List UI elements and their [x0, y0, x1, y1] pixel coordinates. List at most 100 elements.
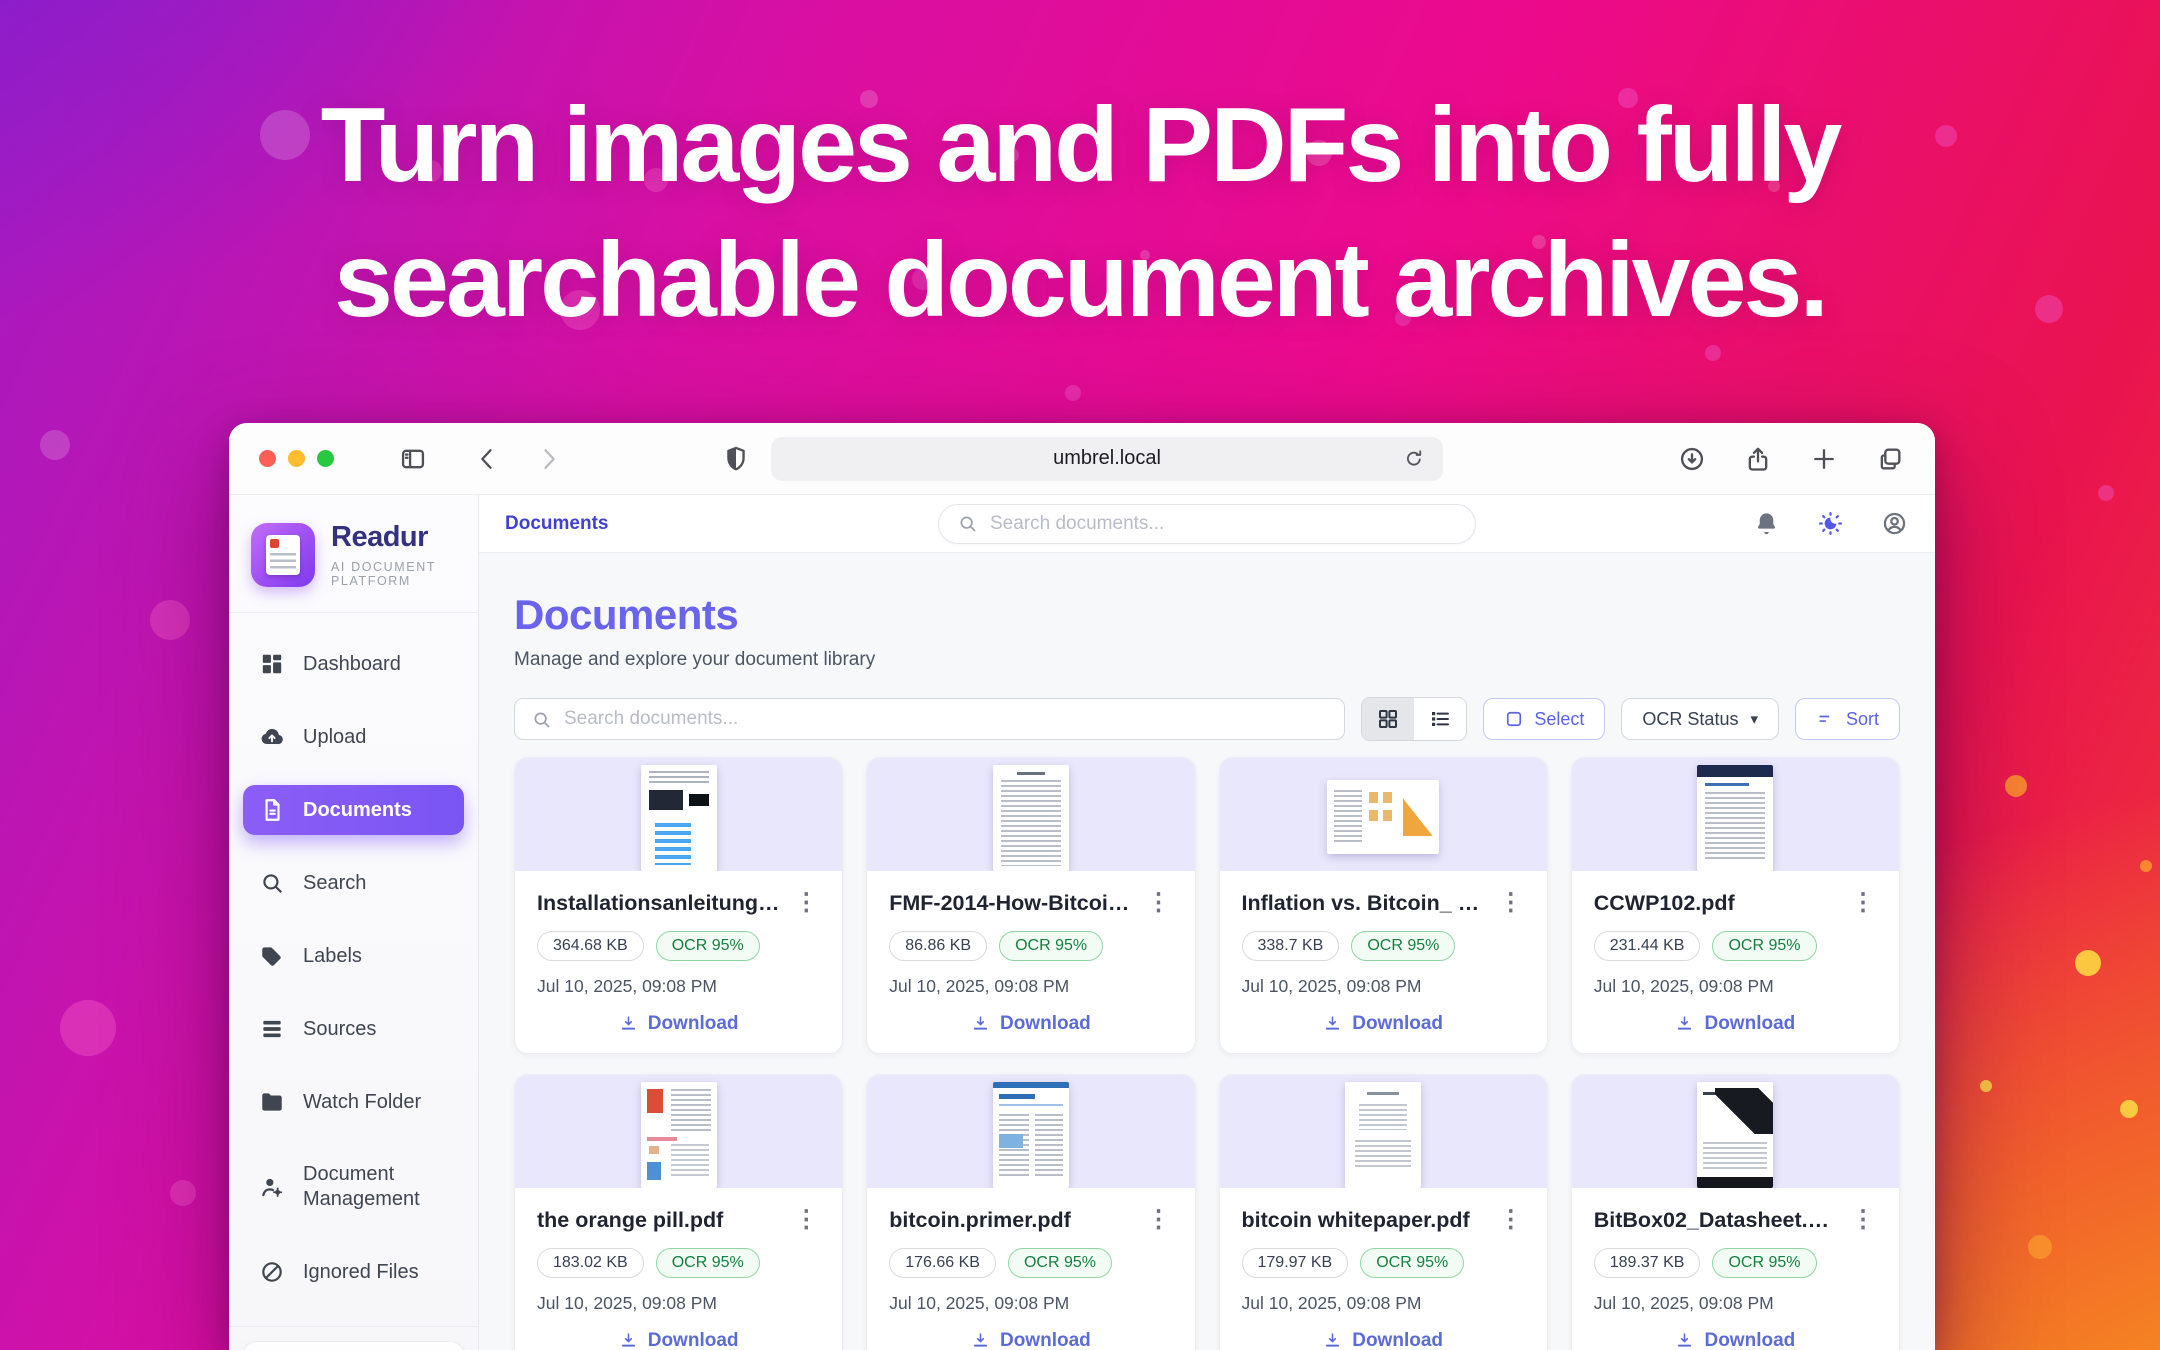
back-button[interactable] — [472, 444, 502, 474]
chevron-down-icon: ▾ — [1750, 710, 1758, 728]
document-card[interactable]: the orange pill.pdf ⋮ 183.02 KB OCR 95% … — [514, 1074, 843, 1350]
documents-search-input[interactable] — [564, 708, 1328, 730]
grid-view-button[interactable] — [1362, 698, 1414, 740]
hero-headline: Turn images and PDFs into fully searchab… — [0, 78, 2160, 347]
ocr-status-dropdown[interactable]: OCR Status ▾ — [1621, 698, 1779, 740]
document-title[interactable]: bitcoin.primer.pdf — [889, 1208, 1134, 1234]
sidebar-item-dashboard[interactable]: Dashboard — [243, 639, 464, 689]
forward-button[interactable] — [534, 444, 564, 474]
ocr-status-badge: OCR 95% — [656, 931, 760, 961]
document-thumbnail[interactable] — [515, 1075, 842, 1188]
close-window-button[interactable] — [259, 450, 276, 467]
zoom-window-button[interactable] — [317, 450, 334, 467]
download-link[interactable]: Download — [537, 1330, 820, 1350]
breadcrumb[interactable]: Documents — [505, 513, 608, 535]
file-size-badge: 364.68 KB — [537, 931, 644, 961]
download-link[interactable]: Download — [1242, 1013, 1525, 1035]
ocr-status-badge: OCR 95% — [999, 931, 1103, 961]
document-logo-icon — [266, 535, 300, 575]
tab-overview-icon[interactable] — [1875, 444, 1905, 474]
thumbnail-page-preview — [1697, 765, 1773, 871]
document-thumbnail[interactable] — [1220, 1075, 1547, 1188]
topbar-search-input[interactable] — [990, 513, 1457, 535]
download-link[interactable]: Download — [1594, 1013, 1877, 1035]
search-icon — [531, 709, 552, 730]
ocr-status-badge: OCR 95% — [1712, 1248, 1816, 1278]
sidebar-item-label: Dashboard — [303, 652, 401, 677]
share-icon[interactable] — [1743, 444, 1773, 474]
document-card[interactable]: CCWP102.pdf ⋮ 231.44 KB OCR 95% Jul 10, … — [1571, 757, 1900, 1054]
document-card[interactable]: bitcoin whitepaper.pdf ⋮ 179.97 KB OCR 9… — [1219, 1074, 1548, 1350]
more-options-icon[interactable]: ⋮ — [1145, 891, 1173, 915]
list-view-button[interactable] — [1414, 698, 1466, 740]
document-title[interactable]: CCWP102.pdf — [1594, 891, 1839, 917]
document-title[interactable]: Installationsanleitung NerdMiner.pdf — [537, 891, 782, 917]
documents-grid: Installationsanleitung NerdMiner.pdf ⋮ 3… — [514, 757, 1900, 1350]
document-title[interactable]: Inflation vs. Bitcoin_ Flyer lang_RGB.pd… — [1242, 891, 1487, 917]
download-link[interactable]: Download — [537, 1013, 820, 1035]
notifications-bell-icon[interactable] — [1751, 509, 1781, 539]
file-size-badge: 183.02 KB — [537, 1248, 644, 1278]
sidebar-item-upload[interactable]: Upload — [243, 712, 464, 762]
slash-circle-icon — [259, 1259, 285, 1285]
document-thumbnail[interactable] — [867, 1075, 1194, 1188]
download-link[interactable]: Download — [1594, 1330, 1877, 1350]
downloads-icon[interactable] — [1677, 444, 1707, 474]
sidebar-item-watch-folder[interactable]: Watch Folder — [243, 1077, 464, 1127]
document-thumbnail[interactable] — [1572, 758, 1899, 871]
thumbnail-page-preview — [641, 765, 717, 871]
sidebar-item-label: Ignored Files — [303, 1260, 419, 1285]
file-size-badge: 86.86 KB — [889, 931, 987, 961]
documents-search[interactable] — [514, 698, 1345, 740]
document-thumbnail[interactable] — [1572, 1075, 1899, 1188]
sidebar-toggle-icon[interactable] — [398, 444, 428, 474]
document-card[interactable]: BitBox02_Datasheet.pdf ⋮ 189.37 KB OCR 9… — [1571, 1074, 1900, 1350]
new-tab-icon[interactable] — [1809, 444, 1839, 474]
document-thumbnail[interactable] — [515, 758, 842, 871]
user-card[interactable]: D Denny admin@readur.com — [243, 1341, 464, 1350]
sort-button[interactable]: Sort — [1795, 698, 1900, 740]
select-button[interactable]: Select — [1483, 698, 1605, 740]
document-title[interactable]: bitcoin whitepaper.pdf — [1242, 1208, 1487, 1234]
sidebar-item-sources[interactable]: Sources — [243, 1004, 464, 1054]
minimize-window-button[interactable] — [288, 450, 305, 467]
sidebar-item-ignored-files[interactable]: Ignored Files — [243, 1247, 464, 1297]
sidebar-item-label: Watch Folder — [303, 1090, 421, 1115]
document-title[interactable]: BitBox02_Datasheet.pdf — [1594, 1208, 1839, 1234]
document-card[interactable]: Inflation vs. Bitcoin_ Flyer lang_RGB.pd… — [1219, 757, 1548, 1054]
brand: Readur AI DOCUMENT PLATFORM — [229, 495, 478, 613]
address-bar[interactable]: umbrel.local — [771, 437, 1443, 481]
download-icon — [1323, 1331, 1342, 1350]
document-date: Jul 10, 2025, 09:08 PM — [889, 1293, 1172, 1314]
sidebar-item-document-management[interactable]: Document Management — [243, 1150, 464, 1224]
sidebar-item-documents[interactable]: Documents — [243, 785, 464, 835]
document-card[interactable]: bitcoin.primer.pdf ⋮ 176.66 KB OCR 95% J… — [866, 1074, 1195, 1350]
download-icon — [971, 1014, 990, 1033]
sidebar-item-search[interactable]: Search — [243, 858, 464, 908]
sidebar-item-labels[interactable]: Labels — [243, 931, 464, 981]
document-title[interactable]: FMF-2014-How-Bitcoin-Works.pdf — [889, 891, 1134, 917]
download-link[interactable]: Download — [889, 1330, 1172, 1350]
document-title[interactable]: the orange pill.pdf — [537, 1208, 782, 1234]
more-options-icon[interactable]: ⋮ — [1849, 1208, 1877, 1232]
theme-toggle-icon[interactable] — [1815, 509, 1845, 539]
more-options-icon[interactable]: ⋮ — [792, 891, 820, 915]
topbar-search[interactable] — [938, 504, 1476, 544]
more-options-icon[interactable]: ⋮ — [1849, 891, 1877, 915]
document-thumbnail[interactable] — [1220, 758, 1547, 871]
document-thumbnail[interactable] — [867, 758, 1194, 871]
more-options-icon[interactable]: ⋮ — [1497, 1208, 1525, 1232]
privacy-shield-icon[interactable] — [721, 444, 751, 474]
download-link[interactable]: Download — [889, 1013, 1172, 1035]
document-card[interactable]: FMF-2014-How-Bitcoin-Works.pdf ⋮ 86.86 K… — [866, 757, 1195, 1054]
reload-icon[interactable] — [1399, 444, 1429, 474]
download-icon — [1675, 1331, 1694, 1350]
account-icon[interactable] — [1879, 509, 1909, 539]
more-options-icon[interactable]: ⋮ — [792, 1208, 820, 1232]
more-options-icon[interactable]: ⋮ — [1145, 1208, 1173, 1232]
more-options-icon[interactable]: ⋮ — [1497, 891, 1525, 915]
download-link[interactable]: Download — [1242, 1330, 1525, 1350]
sidebar: Readur AI DOCUMENT PLATFORM Dashboard Upl… — [229, 495, 479, 1350]
document-card[interactable]: Installationsanleitung NerdMiner.pdf ⋮ 3… — [514, 757, 843, 1054]
browser-toolbar: umbrel.local — [229, 423, 1935, 495]
